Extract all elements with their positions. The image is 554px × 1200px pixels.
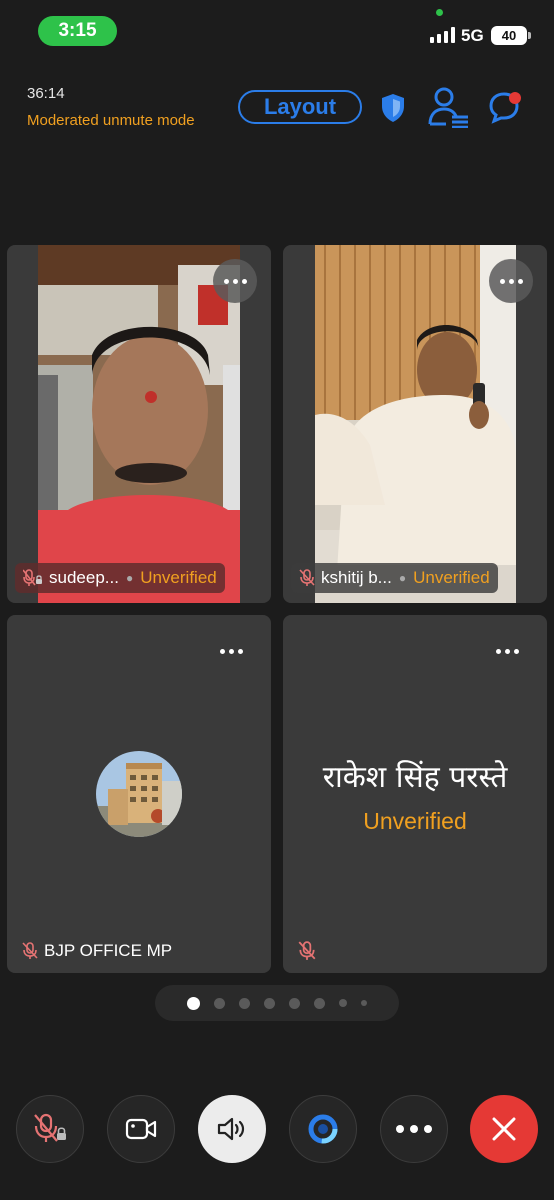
avatar — [96, 751, 182, 837]
separator-dot: ● — [125, 571, 134, 585]
speaker-icon — [217, 1117, 245, 1141]
participant-tile[interactable]: sudeep... ● Unverified — [7, 245, 271, 603]
verification-status: Unverified — [413, 568, 490, 587]
participant-label: BJP OFFICE MP — [22, 941, 172, 961]
mic-off-icon — [298, 941, 316, 960]
page-dot[interactable] — [339, 999, 347, 1007]
page-dot[interactable] — [239, 997, 250, 1009]
tile-more-button[interactable] — [213, 259, 257, 303]
battery-level: 40 — [501, 28, 517, 43]
participant-name: sudeep... — [49, 568, 119, 587]
mic-off-locked-icon — [23, 569, 42, 586]
signal-icon — [430, 27, 455, 43]
status-time: 3:15 — [38, 16, 117, 46]
meeting-timer: 36:14 — [27, 85, 65, 102]
participant-video — [315, 245, 516, 603]
chat-icon[interactable] — [488, 90, 524, 124]
participant-video — [38, 245, 240, 603]
video-camera-icon — [125, 1118, 157, 1140]
participant-tile[interactable]: kshitij b... ● Unverified — [283, 245, 547, 603]
participant-tile[interactable]: राकेश सिंह परस्ते Unverified — [283, 615, 547, 973]
separator-dot: ● — [398, 571, 407, 585]
participant-name: BJP OFFICE MP — [44, 941, 173, 960]
participant-label: sudeep... ● Unverified — [15, 563, 225, 593]
page-dot[interactable] — [314, 997, 325, 1009]
page-indicator[interactable] — [155, 985, 399, 1021]
end-call-button[interactable] — [470, 1095, 538, 1163]
page-dot[interactable] — [289, 997, 300, 1009]
camera-in-use-indicator — [436, 9, 443, 16]
tile-more-button[interactable] — [220, 649, 243, 654]
more-icon — [396, 1125, 432, 1133]
verification-status: Unverified — [363, 808, 467, 834]
participants-icon[interactable] — [428, 86, 472, 128]
layout-button[interactable]: Layout — [238, 90, 362, 124]
mic-off-locked-icon — [34, 1113, 66, 1142]
verification-status: Unverified — [140, 568, 217, 587]
tile-more-button[interactable] — [489, 259, 533, 303]
shield-icon[interactable] — [380, 93, 406, 123]
page-dot[interactable] — [214, 997, 225, 1009]
share-button[interactable] — [289, 1095, 357, 1163]
tile-more-button[interactable] — [496, 649, 519, 654]
network-type: 5G — [461, 26, 484, 45]
close-icon — [492, 1117, 516, 1141]
speaker-button[interactable] — [198, 1095, 266, 1163]
unmute-mode-label: Moderated unmute mode — [27, 112, 195, 129]
page-dot[interactable] — [361, 1000, 367, 1006]
battery-icon: 40 — [491, 26, 531, 45]
more-options-button[interactable] — [380, 1095, 448, 1163]
participant-label: kshitij b... ● Unverified — [291, 563, 498, 593]
participant-name: राकेश सिंह परस्ते — [322, 760, 508, 795]
page-dot[interactable] — [264, 997, 275, 1009]
video-button[interactable] — [107, 1095, 175, 1163]
mute-button[interactable] — [16, 1095, 84, 1163]
share-icon — [308, 1114, 338, 1144]
participant-tile[interactable]: BJP OFFICE MP — [7, 615, 271, 973]
mic-off-icon — [22, 942, 38, 959]
mic-off-icon — [299, 569, 315, 586]
participant-name: kshitij b... — [321, 568, 392, 587]
page-dot-active[interactable] — [187, 996, 200, 1010]
